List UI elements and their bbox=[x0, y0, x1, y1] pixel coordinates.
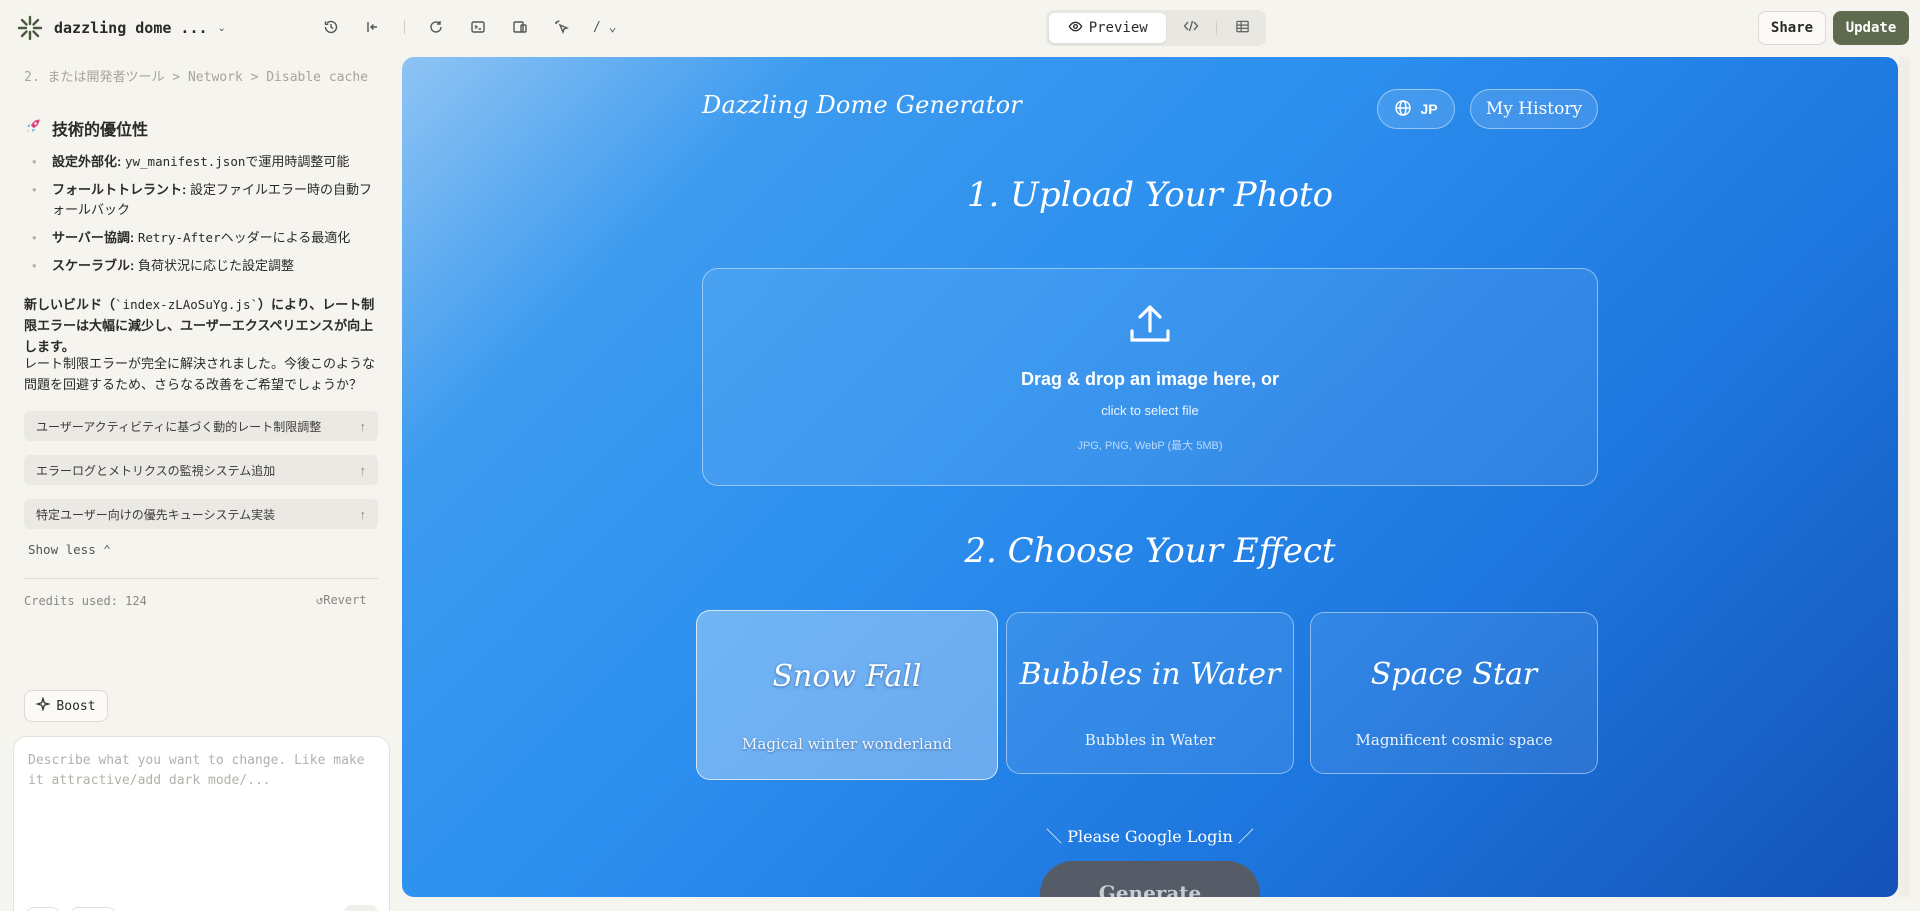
paragraph-code: `index-zLAoSuYg.js` bbox=[115, 297, 259, 312]
project-title: dazzling dome ... bbox=[54, 19, 208, 37]
history-icon[interactable] bbox=[320, 16, 342, 38]
revert-button[interactable]: ↺Revert bbox=[316, 593, 367, 607]
path-label: / bbox=[593, 19, 601, 35]
list-item-code: yw_manifest.json bbox=[124, 154, 246, 169]
toggle-divider bbox=[1216, 21, 1218, 35]
dropzone-subtitle: click to select file bbox=[1101, 403, 1199, 418]
generate-button[interactable]: Generate bbox=[1040, 861, 1260, 897]
chevron-down-icon: ⌄ bbox=[608, 19, 617, 35]
preview-scrollbar[interactable] bbox=[1898, 57, 1910, 897]
dropzone-title: Drag & drop an image here, or bbox=[1020, 369, 1280, 389]
suggestion-label: 特定ユーザー向けの優先キューシステム実装 bbox=[36, 507, 276, 522]
language-button[interactable]: JP bbox=[1377, 89, 1455, 129]
terminal-icon[interactable] bbox=[467, 16, 489, 38]
suggestion-item[interactable]: ユーザーアクティビティに基づく動的レート制限調整 ↑ bbox=[24, 411, 378, 441]
arrow-up-icon: ↑ bbox=[359, 418, 367, 434]
section-heading: 技術的優位性 bbox=[24, 116, 148, 140]
divider bbox=[24, 578, 378, 579]
list-item: スケーラブル: 負荷状況に応じた設定調整 bbox=[30, 256, 380, 276]
add-attachment-button[interactable]: + bbox=[26, 907, 60, 911]
effect-title: Space Star bbox=[1370, 657, 1538, 692]
path-selector[interactable]: / ⌄ bbox=[593, 20, 616, 35]
effect-description: Magnificent cosmic space bbox=[1355, 731, 1553, 749]
credits-used: Credits used: 124 bbox=[24, 594, 147, 608]
device-icon[interactable] bbox=[509, 16, 531, 38]
prompt-input[interactable] bbox=[28, 751, 378, 851]
rocket-icon bbox=[24, 117, 42, 140]
tools-button[interactable]: 8 bbox=[70, 907, 116, 911]
chat-panel: 2. または開発者ツール > Network > Disable cache 技… bbox=[0, 56, 390, 911]
effect-description: Magical winter wonderland bbox=[742, 735, 952, 753]
tab-preview-label: Preview bbox=[1088, 20, 1148, 36]
my-history-button[interactable]: My History bbox=[1470, 89, 1598, 129]
update-button[interactable]: Update bbox=[1833, 11, 1909, 45]
feature-list: 設定外部化: yw_manifest.jsonで運用時調整可能 フォールトトレラ… bbox=[30, 152, 380, 284]
collapse-left-icon[interactable] bbox=[362, 16, 384, 38]
toolbar: / ⌄ bbox=[320, 16, 616, 38]
tab-table[interactable] bbox=[1221, 13, 1263, 43]
list-item-term: フォールトトレラント: bbox=[52, 182, 187, 197]
arrow-up-icon: ↑ bbox=[359, 462, 367, 478]
suggestion-label: エラーログとメトリクスの監視システム追加 bbox=[36, 463, 276, 478]
code-icon bbox=[1183, 18, 1199, 38]
suggestion-item[interactable]: エラーログとメトリクスの監視システム追加 ↑ bbox=[24, 455, 378, 485]
app-preview: Dazzling Dome Generator JP My History 1.… bbox=[402, 57, 1898, 897]
login-note: ＼ Please Google Login ／ bbox=[1046, 827, 1254, 846]
list-item-term: スケーラブル: bbox=[52, 258, 135, 273]
step-2-heading: 2. Choose Your Effect bbox=[964, 531, 1336, 571]
tab-code[interactable] bbox=[1170, 13, 1212, 43]
chat-paragraph: 新しいビルド（`index-zLAoSuYg.js`）により、レート制限エラーは… bbox=[24, 294, 379, 357]
image-dropzone[interactable]: Drag & drop an image here, or click to s… bbox=[702, 268, 1598, 486]
effect-card-space-star[interactable]: Space Star Magnificent cosmic space bbox=[1310, 612, 1598, 774]
boost-label: Boost bbox=[56, 698, 96, 714]
eye-icon bbox=[1068, 19, 1083, 38]
suggestion-label: ユーザーアクティビティに基づく動的レート制限調整 bbox=[36, 419, 322, 434]
list-item-text: ヘッダーによる最適化 bbox=[220, 230, 351, 245]
step-1-heading: 1. Upload Your Photo bbox=[966, 175, 1334, 215]
boost-button[interactable]: Boost bbox=[24, 690, 108, 722]
chat-paragraph: レート制限エラーが完全に解決されました。今後このような問題を回避するため、さらな… bbox=[24, 356, 376, 392]
list-item: サーバー協調: Retry-Afterヘッダーによる最適化 bbox=[30, 228, 380, 248]
sparkle-icon bbox=[35, 696, 52, 715]
list-item-code: Retry-After bbox=[137, 230, 221, 245]
tab-preview[interactable]: Preview bbox=[1049, 13, 1167, 43]
arrow-up-icon: ↑ bbox=[359, 506, 367, 522]
show-less-toggle[interactable]: Show less ⌃ bbox=[28, 542, 111, 557]
effect-card-snow-fall[interactable]: Snow Fall Magical winter wonderland bbox=[696, 610, 998, 780]
revert-label: Revert bbox=[323, 593, 367, 607]
globe-icon bbox=[1394, 99, 1412, 120]
share-button[interactable]: Share bbox=[1758, 11, 1826, 45]
paragraph-text: 新しいビルド（ bbox=[24, 297, 116, 312]
send-button[interactable]: ↑ bbox=[344, 905, 378, 911]
top-bar: dazzling dome ... ⌄ / ⌄ Preview Share Up… bbox=[0, 0, 1920, 56]
chevron-up-icon: ⌃ bbox=[103, 542, 111, 557]
list-item: 設定外部化: yw_manifest.jsonで運用時調整可能 bbox=[30, 152, 380, 172]
suggestion-item[interactable]: 特定ユーザー向けの優先キューシステム実装 ↑ bbox=[24, 499, 378, 529]
effect-title: Snow Fall bbox=[772, 659, 922, 694]
list-item-text: 負荷状況に応じた設定調整 bbox=[137, 258, 294, 273]
list-item-term: 設定外部化: bbox=[52, 154, 122, 169]
section-title: 技術的優位性 bbox=[52, 122, 149, 139]
effect-description: Bubbles in Water bbox=[1084, 731, 1216, 749]
list-item-term: サーバー協調: bbox=[52, 230, 135, 245]
upload-icon bbox=[1127, 301, 1173, 347]
select-element-icon[interactable] bbox=[551, 16, 573, 38]
prompt-box: + 8 ⚙⌄ ↑ bbox=[13, 736, 390, 911]
toolbar-divider bbox=[404, 20, 405, 34]
effect-title: Bubbles in Water bbox=[1019, 657, 1281, 692]
table-icon bbox=[1235, 19, 1250, 38]
app-title: Dazzling Dome Generator bbox=[702, 91, 1022, 119]
list-item: フォールトトレラント: 設定ファイルエラー時の自動フォールバック bbox=[30, 180, 380, 220]
view-toggle: Preview bbox=[1046, 10, 1266, 46]
refresh-icon[interactable] bbox=[425, 16, 447, 38]
project-switcher[interactable]: dazzling dome ... ⌄ bbox=[16, 14, 226, 42]
dropzone-hint: JPG, PNG, WebP (最大 5MB) bbox=[1077, 440, 1223, 452]
effect-card-bubbles-in-water[interactable]: Bubbles in Water Bubbles in Water bbox=[1006, 612, 1294, 774]
brand-logo-icon bbox=[16, 14, 44, 42]
chat-message-line: 2. または開発者ツール > Network > Disable cache bbox=[24, 70, 368, 85]
show-less-label: Show less bbox=[28, 542, 96, 557]
list-item-text: で運用時調整可能 bbox=[245, 154, 350, 169]
language-label: JP bbox=[1420, 101, 1438, 117]
chevron-down-icon: ⌄ bbox=[217, 22, 226, 34]
